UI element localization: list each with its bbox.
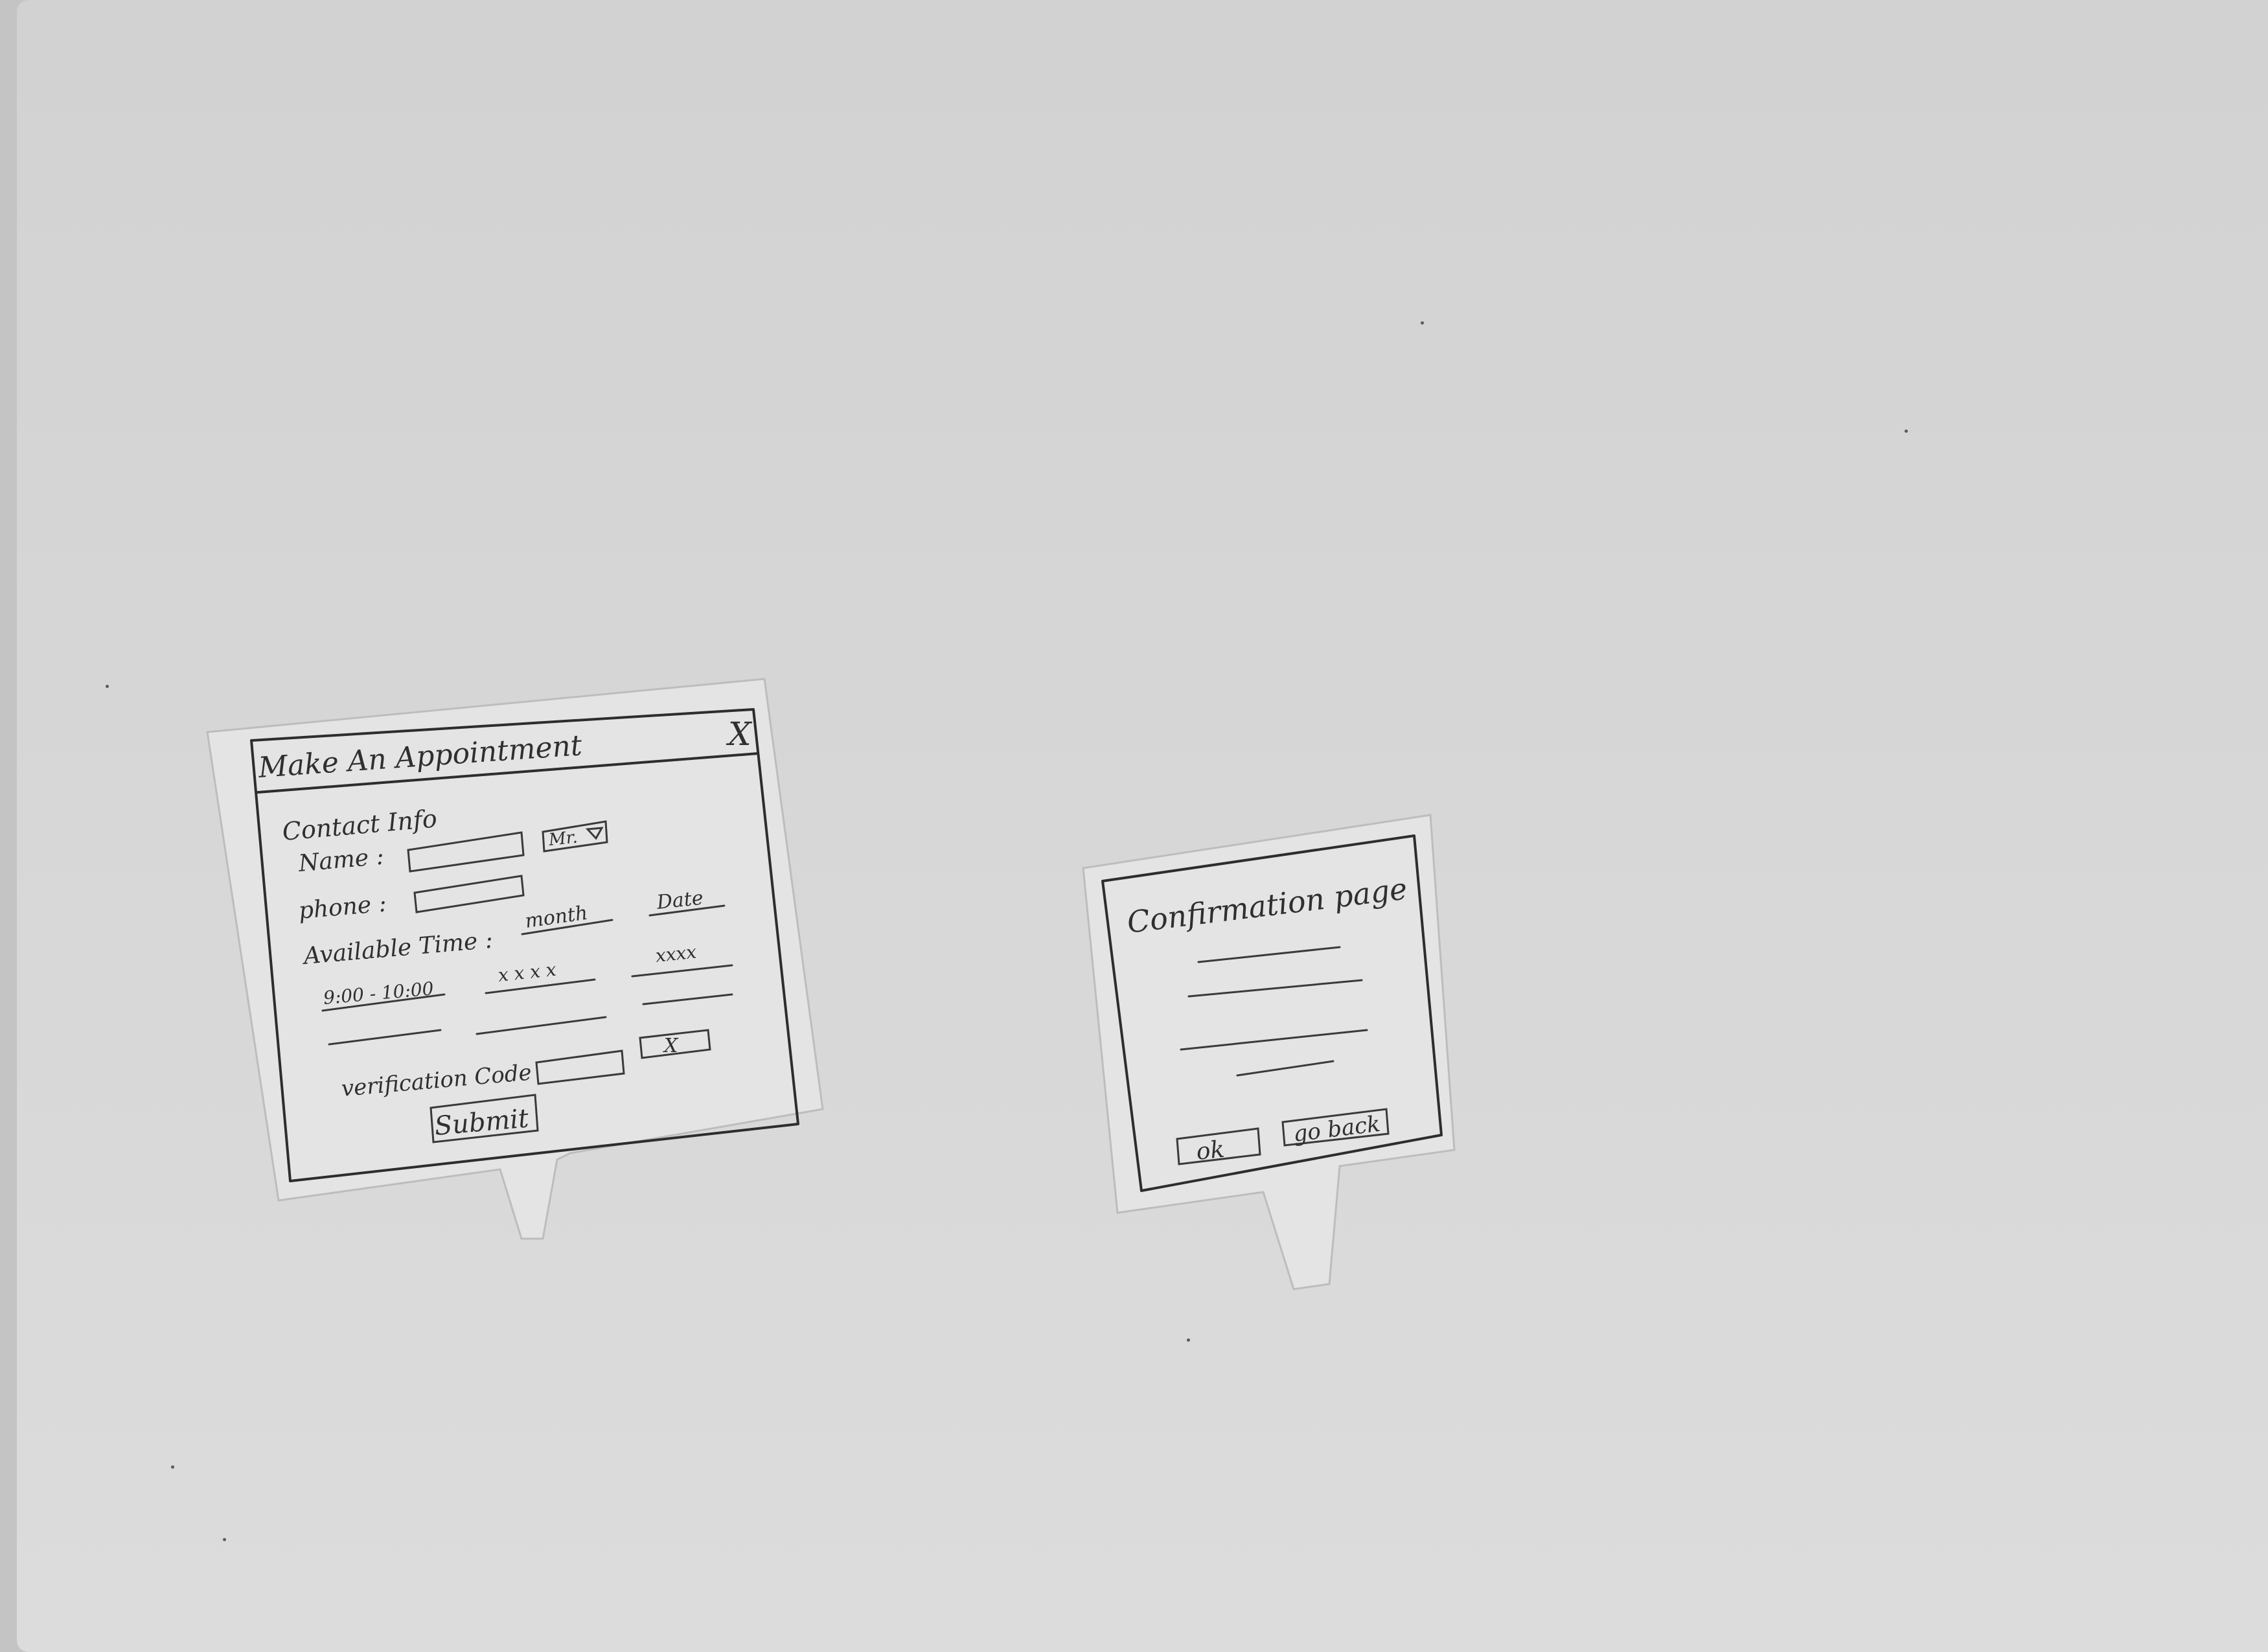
ok-label: ok xyxy=(1195,1136,1226,1165)
confirmation-dialog-sketch: Confirmation page ok go back xyxy=(1082,814,1456,1291)
